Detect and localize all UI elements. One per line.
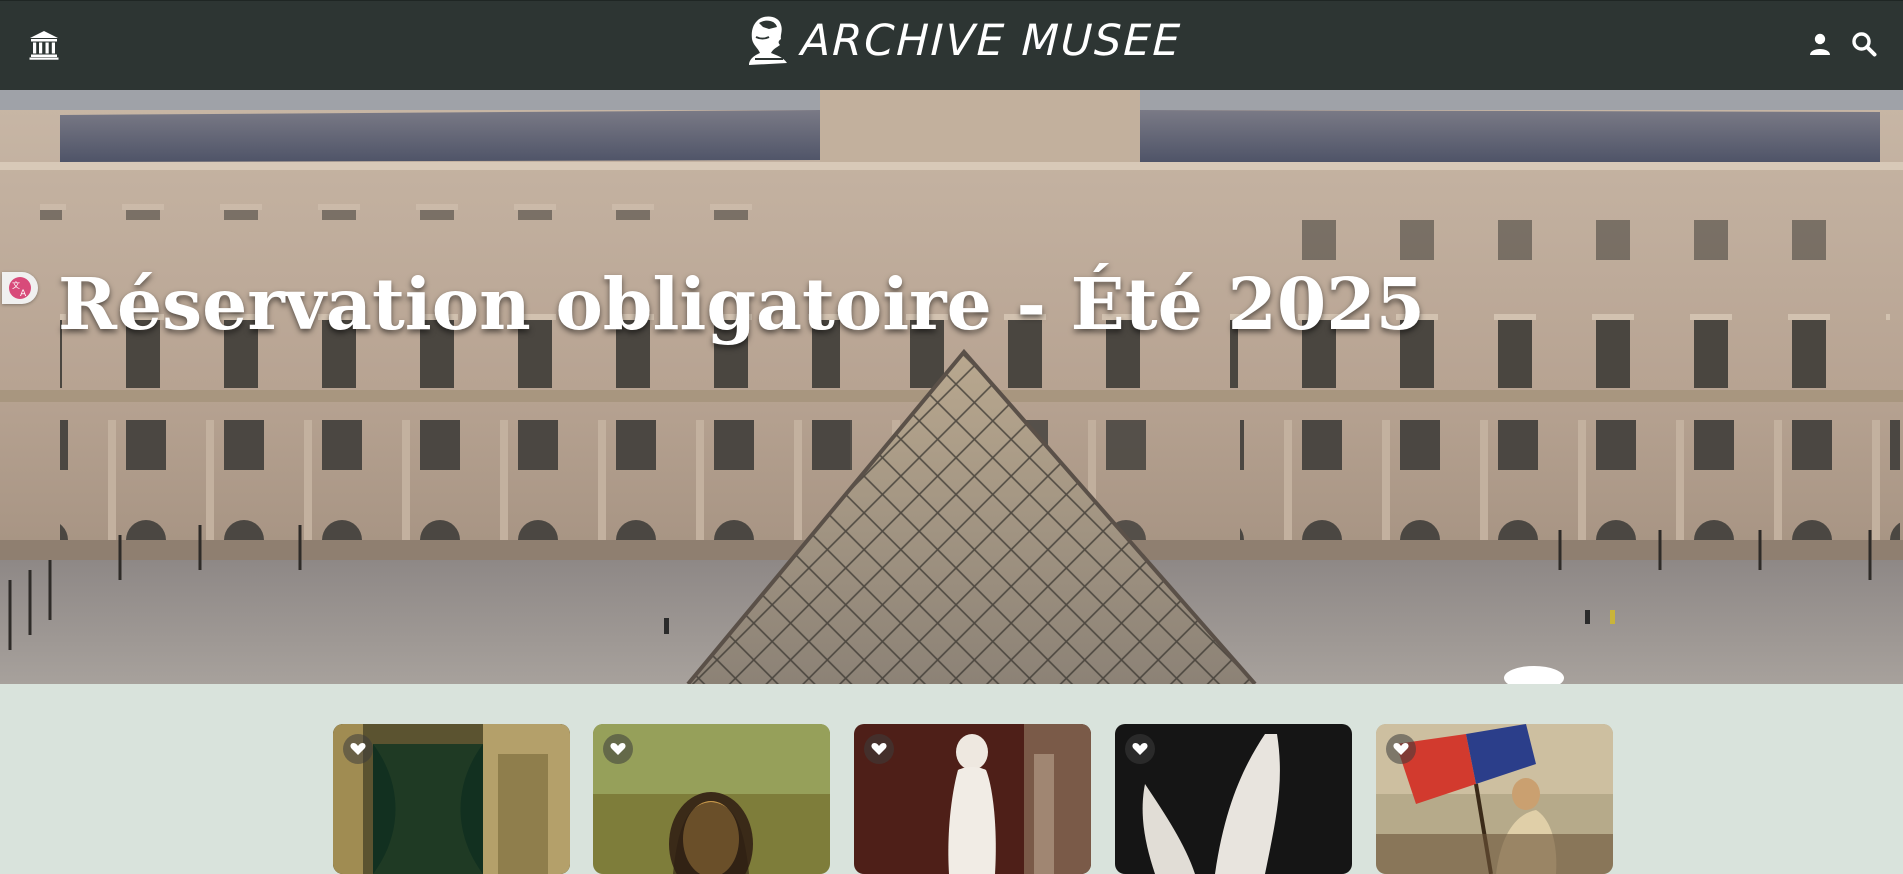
translate-icon[interactable]: 文 A [2, 272, 38, 304]
heart-icon[interactable] [1386, 734, 1416, 764]
search-icon[interactable] [1851, 31, 1877, 57]
hero-title: Réservation obligatoire - Été 2025 [58, 262, 1426, 346]
user-icon[interactable] [1808, 32, 1832, 56]
hero-banner: Réservation obligatoire - Été 2025 文 A [0, 90, 1903, 684]
collection-card[interactable] [854, 724, 1091, 874]
bust-logo-icon [749, 16, 787, 65]
brand-name: ARCHIVE MUSEE [800, 16, 1183, 66]
collection-card[interactable] [333, 724, 570, 874]
collection-cards [333, 724, 1613, 874]
museum-building-icon[interactable] [27, 28, 61, 62]
collection-card[interactable] [593, 724, 830, 874]
collection-card[interactable] [1376, 724, 1613, 874]
collection-card[interactable] [1115, 724, 1352, 874]
heart-icon[interactable] [864, 734, 894, 764]
brand-logo[interactable]: ARCHIVE MUSEE [743, 13, 1183, 69]
top-navigation-bar: ARCHIVE MUSEE [0, 0, 1903, 91]
heart-icon[interactable] [1125, 734, 1155, 764]
louvre-pyramid-photo [0, 90, 1903, 684]
heart-icon[interactable] [343, 734, 373, 764]
svg-text:A: A [20, 289, 27, 299]
svg-text:文: 文 [12, 280, 20, 290]
heart-icon[interactable] [603, 734, 633, 764]
